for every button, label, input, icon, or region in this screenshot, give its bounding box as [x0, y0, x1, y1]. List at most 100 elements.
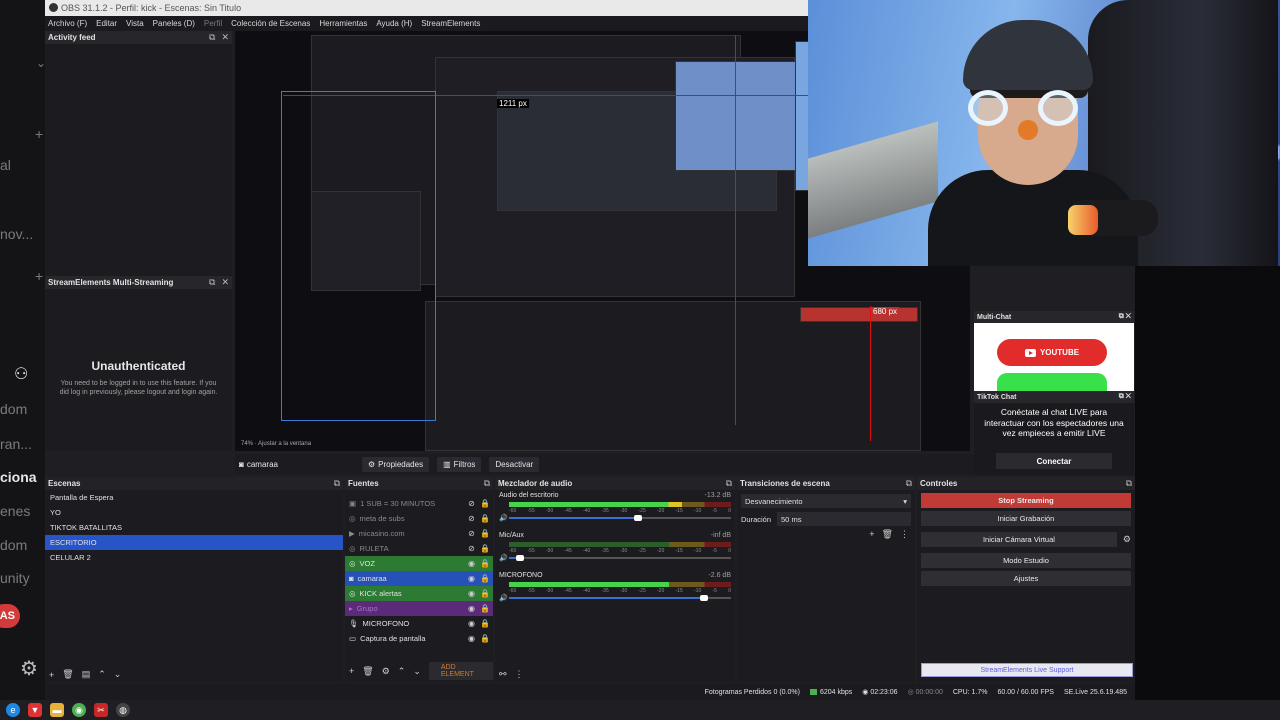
- menu-item[interactable]: Editar: [96, 19, 117, 28]
- lock-icon[interactable]: 🔒: [480, 499, 490, 508]
- lock-icon[interactable]: 🔒: [480, 574, 490, 583]
- duration-input[interactable]: 50 ms: [777, 512, 911, 526]
- more-icon[interactable]: ⋮: [515, 669, 524, 680]
- studio-mode-button[interactable]: Modo Estudio: [921, 553, 1131, 568]
- eye-icon[interactable]: ◉: [467, 604, 476, 613]
- speaker-icon[interactable]: 🔊: [499, 514, 508, 522]
- lock-icon[interactable]: 🔒: [480, 514, 490, 523]
- settings-button[interactable]: Ajustes: [921, 571, 1131, 586]
- lock-icon[interactable]: 🔒: [480, 634, 490, 643]
- volume-slider[interactable]: [509, 515, 731, 521]
- float-icon[interactable]: ⧉: [209, 277, 215, 288]
- obs-icon[interactable]: ◍: [116, 703, 130, 717]
- volume-knob[interactable]: [516, 555, 525, 561]
- source-item[interactable]: ◎ meta de subs ⊘ 🔒: [345, 511, 493, 526]
- brave-icon[interactable]: ▼: [28, 703, 42, 717]
- source-item[interactable]: 🎙 MICROFONO ◉ 🔒: [345, 616, 493, 631]
- eye-icon[interactable]: ◉: [467, 589, 476, 598]
- filters-button[interactable]: ▥ Filtros: [437, 456, 482, 472]
- scene-item[interactable]: TIKTOK BATALLITAS: [45, 520, 343, 535]
- lock-icon[interactable]: 🔒: [480, 604, 490, 613]
- edge-icon[interactable]: e: [6, 703, 20, 717]
- menu-item[interactable]: Vista: [126, 19, 144, 28]
- source-item[interactable]: ▸ Grupo ◉ 🔒: [345, 601, 493, 616]
- add-icon[interactable]: +: [349, 666, 354, 676]
- add-icon[interactable]: +: [49, 670, 54, 680]
- scene-item[interactable]: Pantalla de Espera: [45, 490, 343, 505]
- add-icon[interactable]: +: [869, 529, 874, 540]
- eye-icon[interactable]: ◉: [467, 634, 476, 643]
- speaker-icon[interactable]: 🔊: [499, 594, 508, 602]
- live-support-button[interactable]: StreamElements Live Support: [921, 663, 1133, 677]
- eye-icon[interactable]: ◉: [467, 619, 476, 628]
- eye-off-icon[interactable]: ⊘: [467, 544, 476, 553]
- menu-item[interactable]: Perfil: [204, 19, 222, 28]
- float-icon[interactable]: ⧉: [906, 478, 912, 489]
- menu-item[interactable]: Paneles (D): [153, 19, 195, 28]
- close-icon[interactable]: ✕: [221, 32, 229, 43]
- stop-streaming-button[interactable]: Stop Streaming: [921, 493, 1131, 508]
- float-icon[interactable]: ⧉: [209, 32, 215, 43]
- youtube-button[interactable]: YOUTUBE: [997, 339, 1107, 366]
- connect-button[interactable]: Conectar: [996, 453, 1112, 469]
- float-icon[interactable]: ⧉: [726, 478, 732, 489]
- source-item[interactable]: ▭ Captura de pantalla ◉ 🔒: [345, 631, 493, 646]
- close-icon[interactable]: ✕: [1126, 393, 1131, 400]
- capcut-icon[interactable]: ✂: [94, 703, 108, 717]
- kick-button[interactable]: [997, 373, 1107, 391]
- start-recording-button[interactable]: Iniciar Grabación: [921, 511, 1131, 526]
- source-item[interactable]: ◎ KICK alertas ◉ 🔒: [345, 586, 493, 601]
- filter-icon[interactable]: ▤: [82, 669, 91, 680]
- volume-slider[interactable]: [509, 555, 731, 561]
- chevron-down-icon[interactable]: ⌄: [413, 666, 421, 677]
- lock-icon[interactable]: 🔒: [480, 589, 490, 598]
- lock-icon[interactable]: 🔒: [480, 559, 490, 568]
- eye-off-icon[interactable]: ⊘: [467, 499, 476, 508]
- eye-off-icon[interactable]: ⊘: [467, 514, 476, 523]
- chevron-down-icon[interactable]: ⌄: [114, 669, 122, 680]
- scene-item[interactable]: CELULAR 2: [45, 550, 343, 565]
- lock-icon[interactable]: 🔒: [480, 619, 490, 628]
- add-element-button[interactable]: ADD ELEMENT: [428, 662, 493, 680]
- eye-icon[interactable]: ◉: [467, 559, 476, 568]
- close-icon[interactable]: ✕: [1126, 313, 1131, 320]
- gear-icon[interactable]: ⚙: [20, 656, 38, 681]
- source-item[interactable]: ▶ micasino.com ⊘ 🔒: [345, 526, 493, 541]
- menu-item[interactable]: Herramientas: [319, 19, 367, 28]
- close-icon[interactable]: ✕: [221, 277, 229, 288]
- source-item[interactable]: ◎ RULETA ⊘ 🔒: [345, 541, 493, 556]
- float-icon[interactable]: ⧉: [1119, 393, 1124, 400]
- volume-knob[interactable]: [633, 515, 642, 521]
- chevron-up-icon[interactable]: ⌃: [398, 666, 406, 677]
- chrome-icon[interactable]: ◉: [72, 703, 86, 717]
- deactivate-button[interactable]: Desactivar: [489, 456, 540, 472]
- properties-button[interactable]: ⚙ Propiedades: [361, 456, 430, 472]
- lock-icon[interactable]: 🔒: [480, 529, 490, 538]
- source-item[interactable]: ◎ VOZ ◉ 🔒: [345, 556, 493, 571]
- link-icon[interactable]: ⚯: [499, 669, 507, 680]
- menu-item[interactable]: Archivo (F): [48, 19, 87, 28]
- trash-icon[interactable]: 🗑: [882, 529, 893, 540]
- source-item[interactable]: ◙ camaraa ◉ 🔒: [345, 571, 493, 586]
- volume-slider[interactable]: [509, 595, 731, 601]
- float-icon[interactable]: ⧉: [1126, 478, 1132, 489]
- trash-icon[interactable]: 🗑: [362, 666, 373, 677]
- folder-icon[interactable]: ▬: [50, 703, 64, 717]
- float-icon[interactable]: ⧉: [334, 478, 340, 489]
- menu-item[interactable]: StreamElements: [421, 19, 480, 28]
- volume-knob[interactable]: [700, 595, 709, 601]
- float-icon[interactable]: ⧉: [1119, 313, 1124, 320]
- eye-icon[interactable]: ◉: [467, 574, 476, 583]
- float-icon[interactable]: ⧉: [484, 478, 490, 489]
- speaker-icon[interactable]: 🔊: [499, 554, 508, 562]
- menu-item[interactable]: Ayuda (H): [376, 19, 412, 28]
- scene-item[interactable]: ESCRITORIO: [45, 535, 343, 550]
- chevron-up-icon[interactable]: ⌃: [98, 669, 106, 680]
- lock-icon[interactable]: 🔒: [480, 544, 490, 553]
- source-item[interactable]: ▣ 1 SUB = 30 MINUTOS ⊘ 🔒: [345, 496, 493, 511]
- gear-icon[interactable]: ⚙: [1123, 534, 1131, 545]
- scene-item[interactable]: YO: [45, 505, 343, 520]
- menu-item[interactable]: Colección de Escenas: [231, 19, 310, 28]
- virtual-camera-button[interactable]: Iniciar Cámara Virtual: [921, 532, 1117, 547]
- transition-select[interactable]: Desvanecimiento ▾: [741, 494, 911, 508]
